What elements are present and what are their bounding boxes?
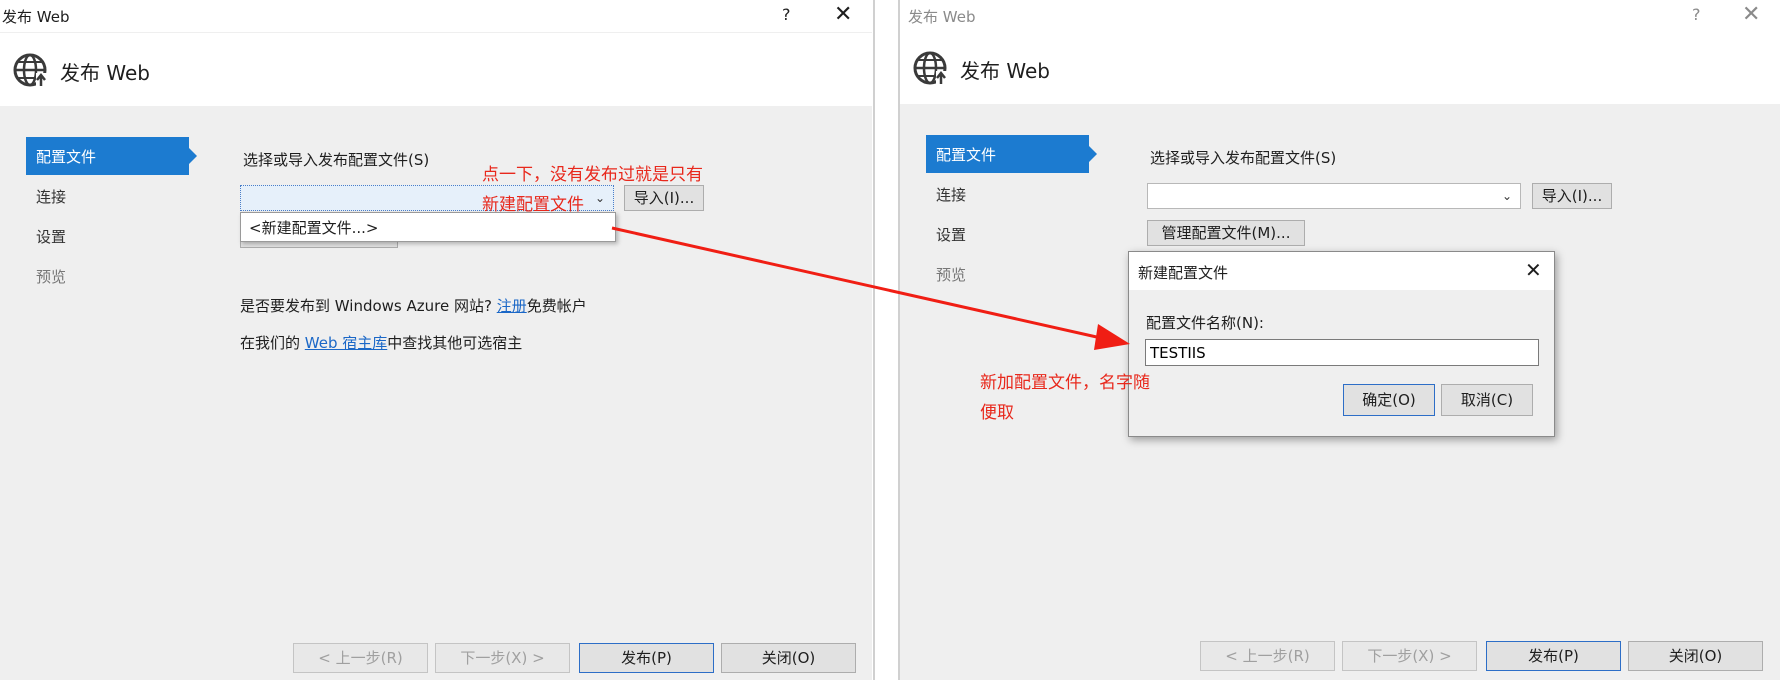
arrow-icon: [611, 226, 1130, 350]
